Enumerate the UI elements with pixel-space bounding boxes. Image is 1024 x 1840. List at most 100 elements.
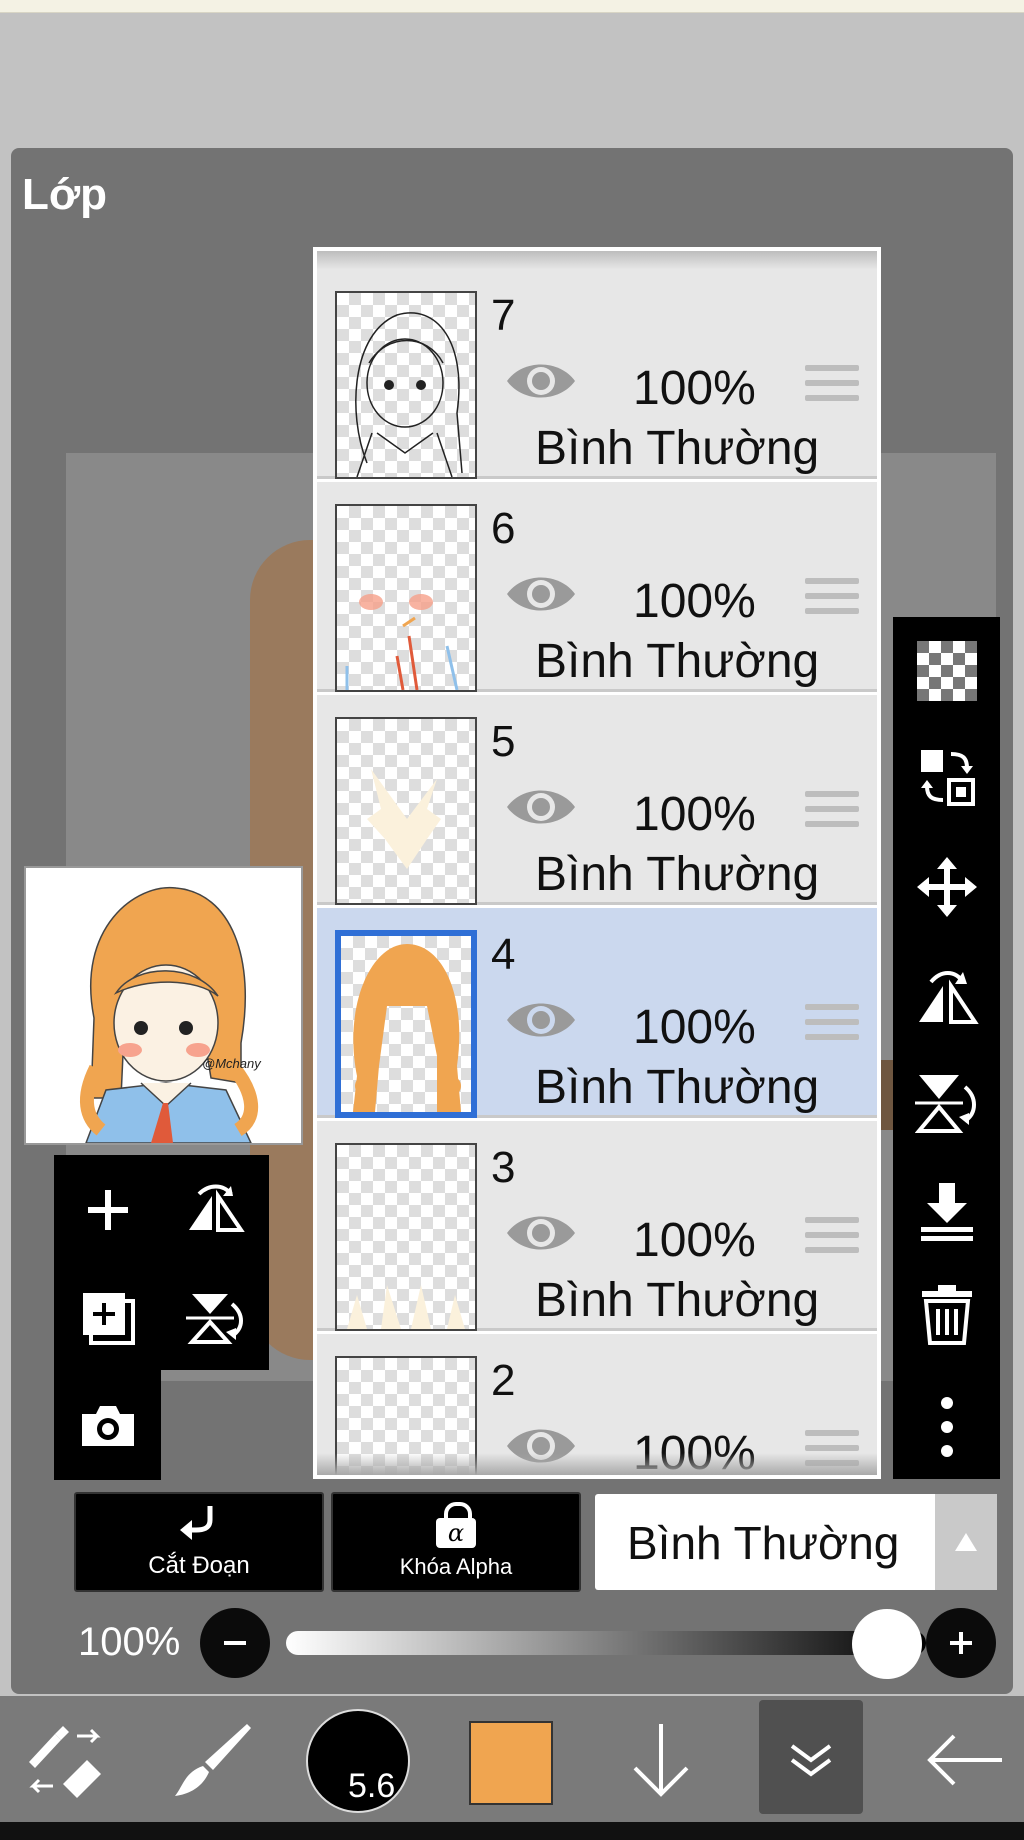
opacity-increase-button[interactable] xyxy=(926,1608,996,1678)
merge-down-icon xyxy=(921,1183,973,1241)
brush-eraser-toggle-button[interactable] xyxy=(20,1714,110,1806)
drag-handle[interactable] xyxy=(805,791,859,835)
layer-thumbnail xyxy=(335,717,477,905)
transparent-layer-button[interactable] xyxy=(913,637,981,705)
drag-handle[interactable] xyxy=(805,578,859,622)
move-icon xyxy=(917,857,977,917)
visibility-toggle[interactable] xyxy=(505,570,577,618)
layer-blend-mode: Bình Thường xyxy=(535,848,820,901)
arrow-down-icon xyxy=(633,1724,689,1797)
clipping-arrow-icon xyxy=(180,1506,213,1540)
brush-tool-button[interactable] xyxy=(168,1714,258,1806)
blend-mode-dropdown-button[interactable] xyxy=(935,1494,997,1590)
brush-size-button[interactable]: 5.6 xyxy=(306,1709,410,1813)
flip-vertical-icon xyxy=(915,1075,976,1133)
layer-row-6[interactable]: 6 100% Bình Thường xyxy=(317,482,877,692)
flip-layer-horizontal-button[interactable] xyxy=(179,1174,251,1246)
layer-thumbnail xyxy=(335,930,477,1118)
layer-row-4-selected[interactable]: 4 100% Bình Thường xyxy=(317,908,877,1118)
move-layer-button[interactable] xyxy=(913,853,981,921)
trash-icon xyxy=(922,1285,972,1345)
flip-vertical-icon xyxy=(186,1294,243,1344)
camera-icon xyxy=(82,1406,134,1446)
layer-blend-mode: Bình Thường xyxy=(535,1274,820,1327)
flip-horizontal-icon xyxy=(189,1184,245,1232)
flip-layer-vertical-button[interactable] xyxy=(179,1282,251,1354)
back-button[interactable] xyxy=(918,1714,1010,1806)
panel-title: Lớp xyxy=(22,170,108,219)
blend-mode-select[interactable]: Bình Thường xyxy=(595,1494,997,1590)
opacity-decrease-button[interactable] xyxy=(200,1608,270,1678)
brush-icon xyxy=(175,1724,251,1796)
system-nav-strip xyxy=(0,1822,1024,1840)
status-strip xyxy=(0,0,1024,13)
visibility-toggle[interactable] xyxy=(505,996,577,1044)
blend-mode-value: Bình Thường xyxy=(627,1517,900,1569)
alpha-lock-button[interactable]: α Khóa Alpha xyxy=(331,1492,581,1592)
visibility-toggle[interactable] xyxy=(505,357,577,405)
checkerboard-icon xyxy=(917,641,977,701)
flip-vertical-button[interactable] xyxy=(913,1069,981,1137)
layer-side-toolbar xyxy=(893,617,1000,1479)
layer-number: 5 xyxy=(491,717,516,766)
layer-number: 6 xyxy=(491,504,516,553)
duplicate-layer-button[interactable] xyxy=(72,1282,144,1354)
clipping-button[interactable]: Cắt Đoạn xyxy=(74,1492,324,1592)
drawing-preview: @Mchany xyxy=(24,866,303,1145)
flip-horizontal-button[interactable] xyxy=(913,963,981,1031)
layer-thumbnail xyxy=(335,291,477,479)
layer-list-bottom-edge xyxy=(317,1453,877,1475)
layer-menu-toggle-button[interactable] xyxy=(766,1714,856,1806)
visibility-toggle[interactable] xyxy=(505,783,577,831)
arrow-left-icon xyxy=(927,1734,1002,1786)
layer-opacity: 100% xyxy=(633,1001,756,1054)
opacity-slider-handle[interactable] xyxy=(852,1609,922,1679)
layer-row-3[interactable]: 3 100% Bình Thường xyxy=(317,1121,877,1331)
merge-down-button[interactable] xyxy=(913,1177,981,1245)
brush-eraser-swap-icon xyxy=(29,1726,101,1798)
eye-icon xyxy=(507,577,575,611)
eye-icon xyxy=(507,364,575,398)
preview-signature: @Mchany xyxy=(202,1056,261,1071)
layer-row-5[interactable]: 5 100% Bình Thường xyxy=(317,695,877,905)
layer-blend-mode: Bình Thường xyxy=(535,422,820,475)
layer-opacity: 100% xyxy=(633,575,756,628)
layer-opacity: 100% xyxy=(633,362,756,415)
flip-horizontal-icon xyxy=(919,971,979,1024)
drag-handle[interactable] xyxy=(805,1217,859,1261)
delete-layer-button[interactable] xyxy=(913,1279,981,1347)
layer-list-top-edge xyxy=(317,251,877,269)
opacity-slider[interactable] xyxy=(286,1631,926,1655)
brush-size-value: 5.6 xyxy=(348,1767,396,1805)
visibility-toggle[interactable] xyxy=(505,1209,577,1257)
triangle-up-icon xyxy=(955,1533,977,1551)
drag-handle[interactable] xyxy=(805,1004,859,1048)
swap-icon xyxy=(921,750,975,806)
eye-icon xyxy=(507,1216,575,1250)
color-swatch-button[interactable] xyxy=(469,1721,553,1805)
alpha-symbol: α xyxy=(447,1519,465,1547)
more-options-button[interactable] xyxy=(913,1393,981,1461)
layer-blend-mode: Bình Thường xyxy=(535,1061,820,1114)
layer-row-7[interactable]: 7 100% Bình Thường xyxy=(317,269,877,479)
alpha-lock-label: Khóa Alpha xyxy=(399,1554,513,1579)
more-vertical-icon xyxy=(941,1397,953,1457)
add-layer-button[interactable] xyxy=(72,1174,144,1246)
layer-number: 4 xyxy=(491,930,516,979)
drag-handle[interactable] xyxy=(805,365,859,409)
move-down-button[interactable] xyxy=(616,1714,706,1806)
plus-icon xyxy=(88,1190,128,1230)
clipping-label: Cắt Đoạn xyxy=(148,1552,250,1579)
layer-number: 7 xyxy=(491,291,516,340)
camera-layer-button[interactable] xyxy=(72,1390,144,1462)
layer-thumbnail xyxy=(335,1143,477,1331)
double-chevron-down-icon xyxy=(790,1744,832,1777)
lock-icon: α xyxy=(434,1502,478,1548)
layer-number: 3 xyxy=(491,1143,516,1192)
layer-list[interactable]: 7 100% Bình Thường 6 100% Bình Thường 5 … xyxy=(313,247,881,1479)
swap-layer-button[interactable] xyxy=(913,743,981,811)
plus-icon xyxy=(950,1632,972,1654)
eye-icon xyxy=(507,790,575,824)
minus-icon xyxy=(224,1641,246,1645)
layer-opacity: 100% xyxy=(633,1214,756,1267)
